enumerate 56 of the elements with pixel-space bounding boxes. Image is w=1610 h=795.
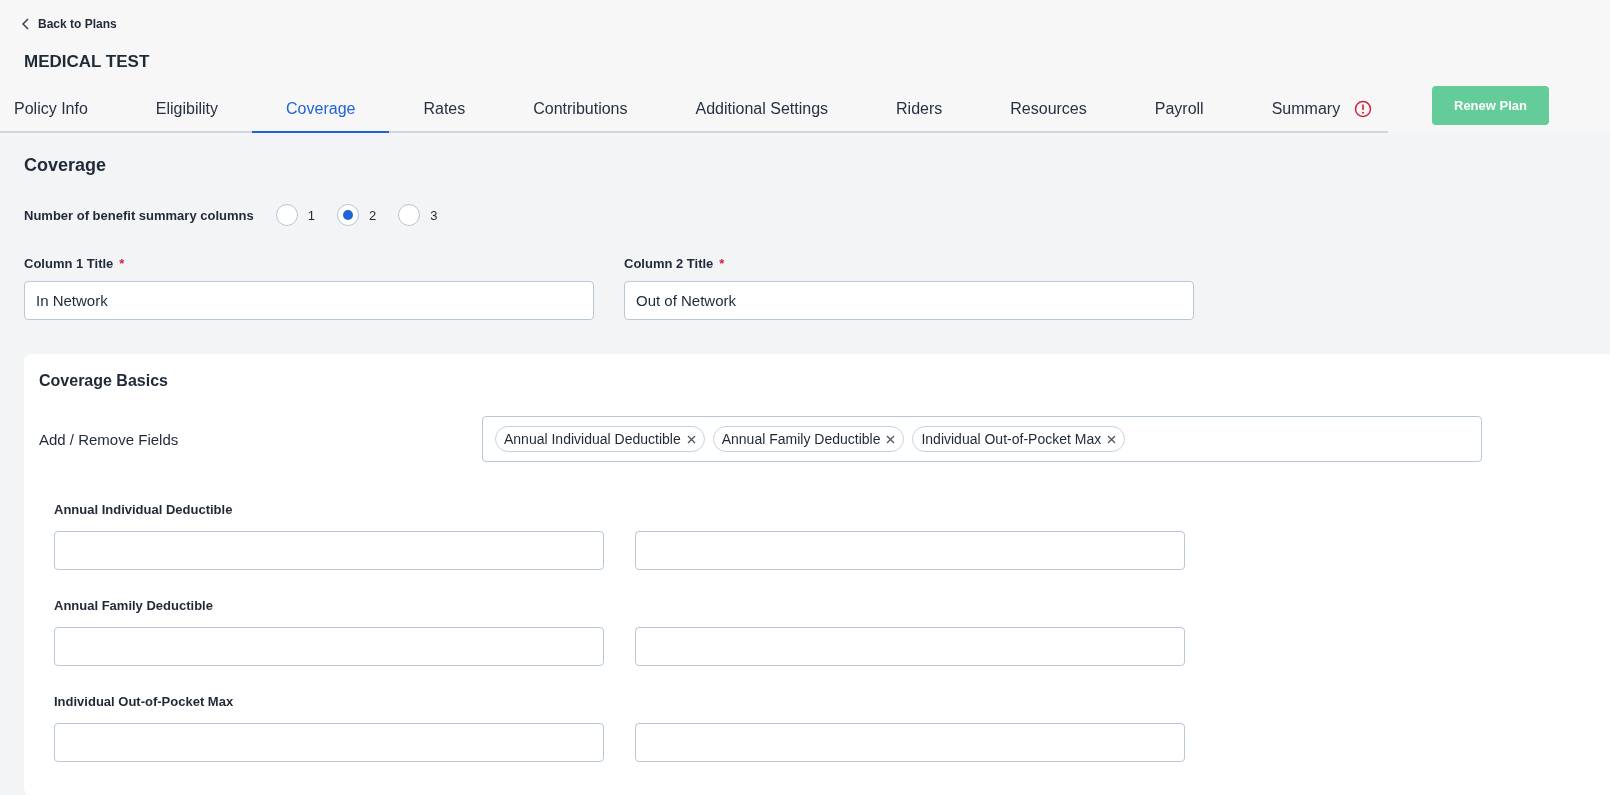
tag-label: Annual Family Deductible [721,431,881,447]
tag-label: Annual Individual Deductible [504,431,681,447]
section-title: Coverage [24,155,108,176]
input-field[interactable] [635,723,1185,762]
radio-button[interactable] [336,204,359,226]
radio-label: 3 [430,207,438,223]
tab-label[interactable]: Coverage [286,100,356,118]
tag-label: Individual Out-of-Pocket Max [921,431,1102,447]
back-link[interactable]: Back to Plans [22,17,117,31]
tab-label[interactable]: Contributions [533,100,628,118]
tab[interactable]: Policy Info [0,84,122,133]
tab-label[interactable]: Policy Info [14,100,88,118]
required-mark: * [119,256,125,271]
tab-label[interactable]: Payroll [1154,100,1204,118]
required-mark: * [719,256,725,271]
field-label: Add / Remove Fields [39,430,180,448]
field-label: Column 2 Title * [624,256,726,271]
field-label: Annual Individual Deductible [54,502,234,517]
tab[interactable]: Summary [1237,84,1407,133]
radio-label: 2 [368,207,377,223]
tab[interactable]: Resources [976,84,1121,133]
back-link-label[interactable]: Back to Plans [38,17,117,31]
input-field[interactable] [635,627,1185,666]
field-label: Column 1 Title * [24,256,126,271]
tab-label[interactable]: Riders [896,100,943,118]
input-field[interactable] [54,723,604,762]
tab-label[interactable]: Resources [1010,100,1087,118]
tab-label[interactable]: Summary [1271,100,1341,118]
radio-button[interactable] [275,204,298,226]
tab-label[interactable]: Additional Settings [695,100,829,118]
tab[interactable]: Contributions [499,84,662,133]
field-label: Number of benefit summary columns [24,207,254,223]
close-icon[interactable] [686,434,696,444]
radio-button[interactable] [398,204,421,226]
tab[interactable]: Coverage [252,84,390,133]
chevron-left-icon [22,18,30,30]
field-label: Individual Out-of-Pocket Max [54,694,235,709]
tab-label[interactable]: Rates [423,100,466,118]
input-field[interactable] [635,531,1185,570]
card-title: Coverage Basics [39,372,169,390]
radio-label: 1 [307,207,315,223]
input-field[interactable]: In Network [24,281,594,320]
field-label: Annual Family Deductible [54,598,214,613]
tab[interactable]: Additional Settings [661,84,863,133]
input-field[interactable] [54,627,604,666]
tab[interactable]: Riders [862,84,977,133]
tab[interactable]: Payroll [1120,84,1238,133]
plan-title: MEDICAL TEST [24,52,151,72]
close-icon[interactable] [1107,434,1117,444]
tab[interactable]: Eligibility [121,84,253,133]
input-field[interactable]: Out of Network [624,281,1194,320]
close-icon[interactable] [886,434,896,444]
tab[interactable]: Rates [389,84,500,133]
input-field[interactable] [54,531,604,570]
tab-label[interactable]: Eligibility [155,100,219,118]
multi-select-field[interactable]: Annual Individual Deductible Annual Family Deductible Individual Out-of-Pocket Max [482,416,1482,462]
